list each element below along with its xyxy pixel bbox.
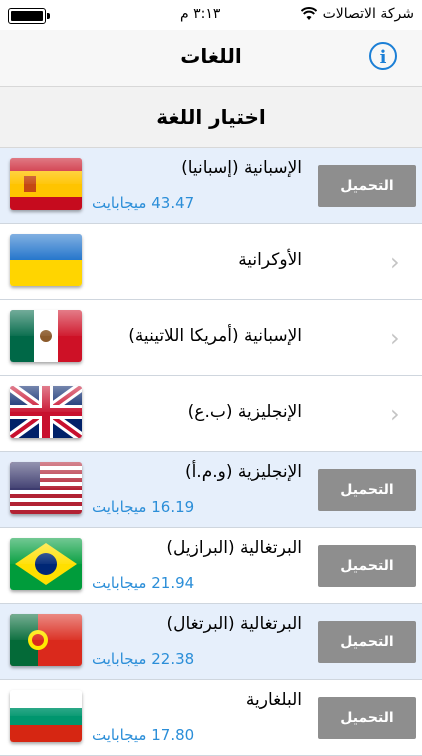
language-name: الإسبانية (إسبانيا) bbox=[181, 158, 302, 178]
download-size: 43.47 ميجابايت bbox=[92, 194, 195, 212]
usa-flag-icon bbox=[10, 462, 82, 514]
download-size: 16.19 ميجابايت bbox=[92, 498, 195, 516]
bulgaria-flag-icon bbox=[10, 690, 82, 742]
download-button[interactable]: التحميل bbox=[318, 697, 416, 739]
carrier-name: شركة الاتصالات bbox=[322, 6, 414, 22]
status-bar: ٣:١٣ م شركة الاتصالات bbox=[0, 0, 422, 30]
language-name: البرتغالية (البرتغال) bbox=[166, 614, 303, 634]
list-item-ukrainian[interactable]: الأوكرانية › bbox=[0, 224, 422, 300]
list-item-portuguese-portugal[interactable]: البرتغالية (البرتغال) 22.38 ميجابايت الت… bbox=[0, 604, 422, 680]
download-button[interactable]: التحميل bbox=[318, 469, 416, 511]
battery-icon bbox=[8, 8, 50, 24]
status-time: ٣:١٣ م bbox=[180, 6, 221, 22]
language-name: الأوكرانية bbox=[238, 250, 302, 270]
section-title: اختيار اللغة bbox=[156, 105, 266, 129]
mexico-flag-icon bbox=[10, 310, 82, 362]
language-name: الإسبانية (أمريكا اللاتينية) bbox=[128, 326, 302, 346]
spain-flag-icon bbox=[10, 158, 82, 210]
uk-flag-icon bbox=[10, 386, 82, 438]
brazil-flag-icon bbox=[10, 538, 82, 590]
info-button[interactable]: i bbox=[369, 42, 397, 70]
section-header: اختيار اللغة bbox=[0, 87, 422, 148]
list-item-spanish-spain[interactable]: الإسبانية (إسبانيا) 43.47 ميجابايت التحم… bbox=[0, 148, 422, 224]
download-button[interactable]: التحميل bbox=[318, 165, 416, 207]
download-button[interactable]: التحميل bbox=[318, 545, 416, 587]
chevron-right-icon: › bbox=[390, 324, 400, 352]
chevron-right-icon: › bbox=[390, 400, 400, 428]
language-list: الإسبانية (إسبانيا) 43.47 ميجابايت التحم… bbox=[0, 148, 422, 756]
list-item-portuguese-brazil[interactable]: البرتغالية (البرازيل) 21.94 ميجابايت الت… bbox=[0, 528, 422, 604]
portugal-flag-icon bbox=[10, 614, 82, 666]
status-carrier-group: شركة الاتصالات bbox=[300, 6, 414, 22]
ukraine-flag-icon bbox=[10, 234, 82, 286]
list-item-bulgarian[interactable]: البلغارية 17.80 ميجابايت التحميل bbox=[0, 680, 422, 756]
download-size: 17.80 ميجابايت bbox=[92, 726, 195, 744]
page-title: اللغات bbox=[180, 44, 242, 68]
language-name: البلغارية bbox=[245, 690, 302, 710]
list-item-english-us[interactable]: الإنجليزية (و.م.أ) 16.19 ميجابايت التحمي… bbox=[0, 452, 422, 528]
download-size: 21.94 ميجابايت bbox=[92, 574, 195, 592]
download-button[interactable]: التحميل bbox=[318, 621, 416, 663]
navigation-bar: اللغات i bbox=[0, 30, 422, 87]
language-name: الإنجليزية (و.م.أ) bbox=[184, 462, 302, 482]
list-item-spanish-latin-america[interactable]: الإسبانية (أمريكا اللاتينية) › bbox=[0, 300, 422, 376]
wifi-icon bbox=[300, 7, 317, 20]
list-item-english-uk[interactable]: الإنجليزية (ب.ع) › bbox=[0, 376, 422, 452]
language-name: البرتغالية (البرازيل) bbox=[166, 538, 302, 558]
language-name: الإنجليزية (ب.ع) bbox=[187, 402, 302, 422]
chevron-right-icon: › bbox=[390, 248, 400, 276]
download-size: 22.38 ميجابايت bbox=[92, 650, 195, 668]
